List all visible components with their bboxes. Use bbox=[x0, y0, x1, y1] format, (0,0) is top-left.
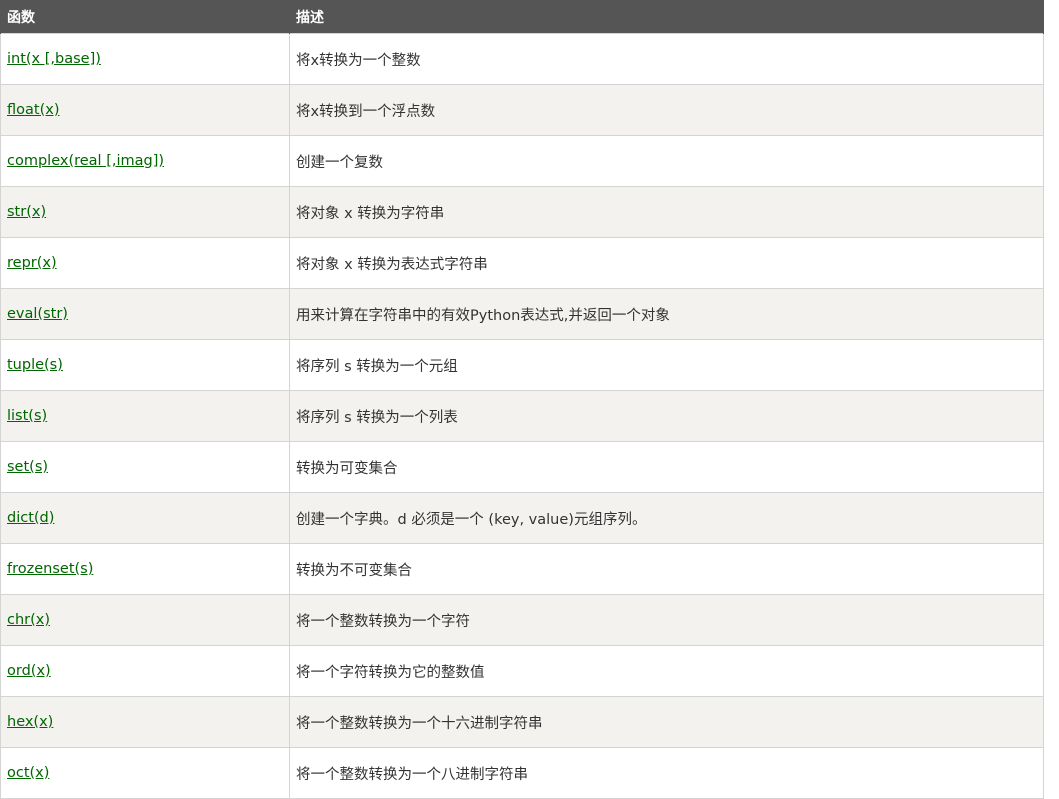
description-cell: 将一个整数转换为一个字符 bbox=[289, 594, 1044, 646]
function-link[interactable]: str(x) bbox=[7, 204, 46, 220]
function-cell: set(s) bbox=[0, 441, 290, 493]
table-row: complex(real [,imag]) 创建一个复数 bbox=[0, 135, 1044, 187]
function-cell: int(x [,base]) bbox=[0, 33, 290, 85]
function-link[interactable]: tuple(s) bbox=[7, 357, 63, 373]
description-cell: 创建一个复数 bbox=[289, 135, 1044, 187]
function-link[interactable]: hex(x) bbox=[7, 714, 53, 730]
function-cell: dict(d) bbox=[0, 492, 290, 544]
table-row: oct(x) 将一个整数转换为一个八进制字符串 bbox=[0, 747, 1044, 799]
description-cell: 将x转换为一个整数 bbox=[289, 33, 1044, 85]
function-cell: float(x) bbox=[0, 84, 290, 136]
function-link[interactable]: eval(str) bbox=[7, 306, 68, 322]
table-row: str(x) 将对象 x 转换为字符串 bbox=[0, 186, 1044, 238]
function-link[interactable]: list(s) bbox=[7, 408, 47, 424]
function-link[interactable]: ord(x) bbox=[7, 663, 51, 679]
function-link[interactable]: chr(x) bbox=[7, 612, 50, 628]
function-cell: ord(x) bbox=[0, 645, 290, 697]
table-row: chr(x) 将一个整数转换为一个字符 bbox=[0, 594, 1044, 646]
description-cell: 将对象 x 转换为表达式字符串 bbox=[289, 237, 1044, 289]
table-row: repr(x) 将对象 x 转换为表达式字符串 bbox=[0, 237, 1044, 289]
table-row: int(x [,base]) 将x转换为一个整数 bbox=[0, 33, 1044, 85]
function-cell: frozenset(s) bbox=[0, 543, 290, 595]
function-cell: oct(x) bbox=[0, 747, 290, 799]
description-cell: 创建一个字典。d 必须是一个 (key, value)元组序列。 bbox=[289, 492, 1044, 544]
description-cell: 将一个字符转换为它的整数值 bbox=[289, 645, 1044, 697]
table-row: list(s) 将序列 s 转换为一个列表 bbox=[0, 390, 1044, 442]
table-header-row: 函数 描述 bbox=[0, 0, 1044, 34]
function-cell: hex(x) bbox=[0, 696, 290, 748]
function-link[interactable]: set(s) bbox=[7, 459, 48, 475]
description-cell: 转换为不可变集合 bbox=[289, 543, 1044, 595]
function-link[interactable]: float(x) bbox=[7, 102, 59, 118]
table-row: hex(x) 将一个整数转换为一个十六进制字符串 bbox=[0, 696, 1044, 748]
function-link[interactable]: complex(real [,imag]) bbox=[7, 153, 164, 169]
reference-table-container: 函数 描述 int(x [,base]) 将x转换为一个整数 float(x) 将x转… bbox=[0, 0, 1044, 799]
description-cell: 将对象 x 转换为字符串 bbox=[289, 186, 1044, 238]
table-body: int(x [,base]) 将x转换为一个整数 float(x) 将x转换到一个浮点… bbox=[0, 33, 1044, 799]
function-cell: eval(str) bbox=[0, 288, 290, 340]
function-link[interactable]: dict(d) bbox=[7, 510, 54, 526]
table-row: frozenset(s) 转换为不可变集合 bbox=[0, 543, 1044, 595]
table-row: dict(d) 创建一个字典。d 必须是一个 (key, value)元组序列。 bbox=[0, 492, 1044, 544]
type-conversion-table: 函数 描述 int(x [,base]) 将x转换为一个整数 float(x) 将x转… bbox=[0, 0, 1044, 799]
function-cell: chr(x) bbox=[0, 594, 290, 646]
header-description: 描述 bbox=[289, 0, 1044, 34]
description-cell: 转换为可变集合 bbox=[289, 441, 1044, 493]
function-cell: str(x) bbox=[0, 186, 290, 238]
table-row: eval(str) 用来计算在字符串中的有效Python表达式,并返回一个对象 bbox=[0, 288, 1044, 340]
function-cell: complex(real [,imag]) bbox=[0, 135, 290, 187]
function-cell: tuple(s) bbox=[0, 339, 290, 391]
description-cell: 用来计算在字符串中的有效Python表达式,并返回一个对象 bbox=[289, 288, 1044, 340]
description-cell: 将一个整数转换为一个八进制字符串 bbox=[289, 747, 1044, 799]
table-row: float(x) 将x转换到一个浮点数 bbox=[0, 84, 1044, 136]
table-row: set(s) 转换为可变集合 bbox=[0, 441, 1044, 493]
table-row: ord(x) 将一个字符转换为它的整数值 bbox=[0, 645, 1044, 697]
description-cell: 将序列 s 转换为一个列表 bbox=[289, 390, 1044, 442]
function-link[interactable]: frozenset(s) bbox=[7, 561, 93, 577]
function-link[interactable]: int(x [,base]) bbox=[7, 51, 101, 67]
function-cell: repr(x) bbox=[0, 237, 290, 289]
header-function: 函数 bbox=[0, 0, 290, 34]
function-link[interactable]: oct(x) bbox=[7, 765, 49, 781]
description-cell: 将序列 s 转换为一个元组 bbox=[289, 339, 1044, 391]
table-row: tuple(s) 将序列 s 转换为一个元组 bbox=[0, 339, 1044, 391]
description-cell: 将一个整数转换为一个十六进制字符串 bbox=[289, 696, 1044, 748]
description-cell: 将x转换到一个浮点数 bbox=[289, 84, 1044, 136]
function-link[interactable]: repr(x) bbox=[7, 255, 57, 271]
function-cell: list(s) bbox=[0, 390, 290, 442]
